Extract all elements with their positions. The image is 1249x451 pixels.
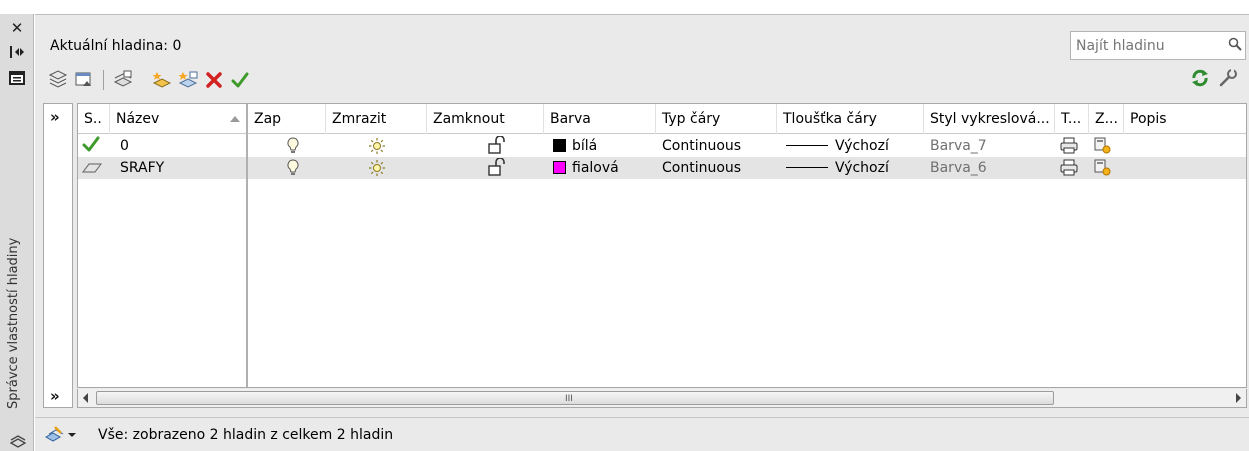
col-color[interactable]: Barva — [544, 104, 656, 134]
expand-tree-bottom-icon[interactable]: » — [50, 387, 60, 405]
printer-icon[interactable] — [1060, 159, 1078, 181]
scrollbar-thumb[interactable]: III — [96, 391, 1054, 405]
col-plot[interactable]: T... — [1055, 104, 1089, 134]
layer-list: S.. Název Zap Zmrazit Zamknout Barva Typ… — [77, 103, 1247, 388]
sort-ascending-icon — [230, 116, 240, 122]
expand-tree-icon[interactable]: » — [50, 108, 60, 126]
lightbulb-on-icon[interactable] — [287, 159, 299, 181]
layer-name[interactable]: SRAFY — [120, 157, 164, 179]
layer-list-header: S.. Název Zap Zmrazit Zamknout Barva Typ… — [78, 104, 1246, 134]
layer-filter-icon — [45, 426, 64, 442]
palette-strip: ✕ Správce vlastností hladiny — [0, 14, 34, 451]
close-icon[interactable]: ✕ — [6, 18, 28, 38]
layer-linetype[interactable]: Continuous — [662, 157, 741, 179]
filter-toggle-button[interactable] — [45, 424, 85, 446]
lightbulb-on-icon[interactable] — [287, 137, 299, 159]
toolbar-right — [1189, 67, 1239, 89]
palette-title: Správce vlastností hladiny — [6, 237, 21, 409]
layer-color[interactable]: bílá — [553, 135, 597, 157]
table-row[interactable]: SRAFY fialová Continuous Výchozí Barva_6 — [78, 157, 1246, 182]
scroll-right-icon[interactable] — [1236, 393, 1241, 403]
color-swatch — [553, 139, 566, 152]
layer-manager-panel: Aktuální hladina: 0 Najít hladinu » » S.… — [35, 14, 1249, 451]
col-on[interactable]: Zap — [248, 104, 326, 134]
layer-linetype[interactable]: Continuous — [662, 135, 741, 157]
chevron-down-icon — [68, 433, 76, 437]
new-property-filter-icon[interactable] — [47, 69, 69, 91]
lineweight-sample — [786, 145, 828, 146]
col-status[interactable]: S.. — [78, 104, 110, 134]
search-layer-box[interactable] — [1070, 31, 1246, 60]
properties-icon[interactable] — [6, 68, 28, 88]
color-name: bílá — [572, 138, 598, 154]
col-description[interactable]: Popis — [1124, 104, 1246, 134]
search-layer-input[interactable] — [1076, 37, 1216, 54]
set-current-icon[interactable] — [229, 69, 251, 91]
new-layer-vp-frozen-icon[interactable] — [177, 69, 199, 91]
lineweight-label: Výchozí — [835, 160, 889, 176]
scrollbar-grip: III — [565, 394, 573, 404]
status-bar: Vše: zobrazeno 2 hladin z celkem 2 hladi… — [35, 417, 1249, 451]
layer-icon — [81, 160, 103, 182]
col-plot-style[interactable]: Styl vykreslová... — [924, 104, 1055, 134]
col-linetype[interactable]: Typ čáry — [656, 104, 777, 134]
scroll-left-icon[interactable] — [83, 393, 88, 403]
delete-layer-icon[interactable] — [203, 69, 225, 91]
col-new-vp-freeze[interactable]: Z... — [1089, 104, 1124, 134]
col-freeze[interactable]: Zmrazit — [326, 104, 427, 134]
layer-lineweight[interactable]: Výchozí — [786, 157, 889, 179]
table-row[interactable]: 0 bílá Continuous Výchozí Barva_7 — [78, 135, 1246, 159]
lineweight-sample — [786, 167, 828, 168]
filter-tree-pane: » » — [43, 103, 73, 408]
new-group-filter-icon[interactable] — [73, 69, 95, 91]
search-icon[interactable] — [1228, 37, 1242, 55]
lineweight-label: Výchozí — [835, 138, 889, 154]
color-name: fialová — [572, 160, 619, 176]
frozen-column-divider[interactable] — [246, 104, 248, 387]
col-lineweight[interactable]: Tloušťka čáry — [777, 104, 924, 134]
printer-icon[interactable] — [1060, 137, 1078, 159]
layer-name[interactable]: 0 — [120, 135, 129, 157]
col-name-label: Název — [116, 111, 160, 127]
sun-thawed-icon[interactable] — [368, 159, 386, 181]
unlocked-icon[interactable] — [488, 135, 508, 158]
layers-icon — [9, 432, 27, 450]
new-layer-icon[interactable] — [151, 69, 173, 91]
current-layer-label: Aktuální hladina: 0 — [50, 38, 182, 54]
vp-freeze-icon[interactable] — [1094, 137, 1112, 159]
toolbar-separator — [103, 70, 104, 90]
horizontal-scrollbar[interactable]: III — [77, 389, 1247, 408]
refresh-icon[interactable] — [1189, 67, 1211, 89]
layer-toolbar — [47, 67, 251, 93]
col-lock[interactable]: Zamknout — [427, 104, 544, 134]
status-text: Vše: zobrazeno 2 hladin z celkem 2 hladi… — [98, 427, 394, 443]
current-check-icon — [82, 136, 100, 158]
sun-thawed-icon[interactable] — [368, 137, 386, 159]
layer-color[interactable]: fialová — [553, 157, 619, 179]
unlocked-icon[interactable] — [488, 157, 508, 180]
layer-plot-style: Barva_6 — [930, 160, 987, 176]
col-name[interactable]: Název — [110, 104, 247, 134]
layer-states-manager-icon[interactable] — [112, 69, 134, 91]
color-swatch — [553, 161, 566, 174]
settings-icon[interactable] — [1217, 67, 1239, 89]
vp-freeze-icon[interactable] — [1094, 159, 1112, 181]
layer-lineweight[interactable]: Výchozí — [786, 135, 889, 157]
layer-plot-style: Barva_7 — [930, 138, 987, 154]
autohide-icon[interactable] — [6, 42, 28, 62]
